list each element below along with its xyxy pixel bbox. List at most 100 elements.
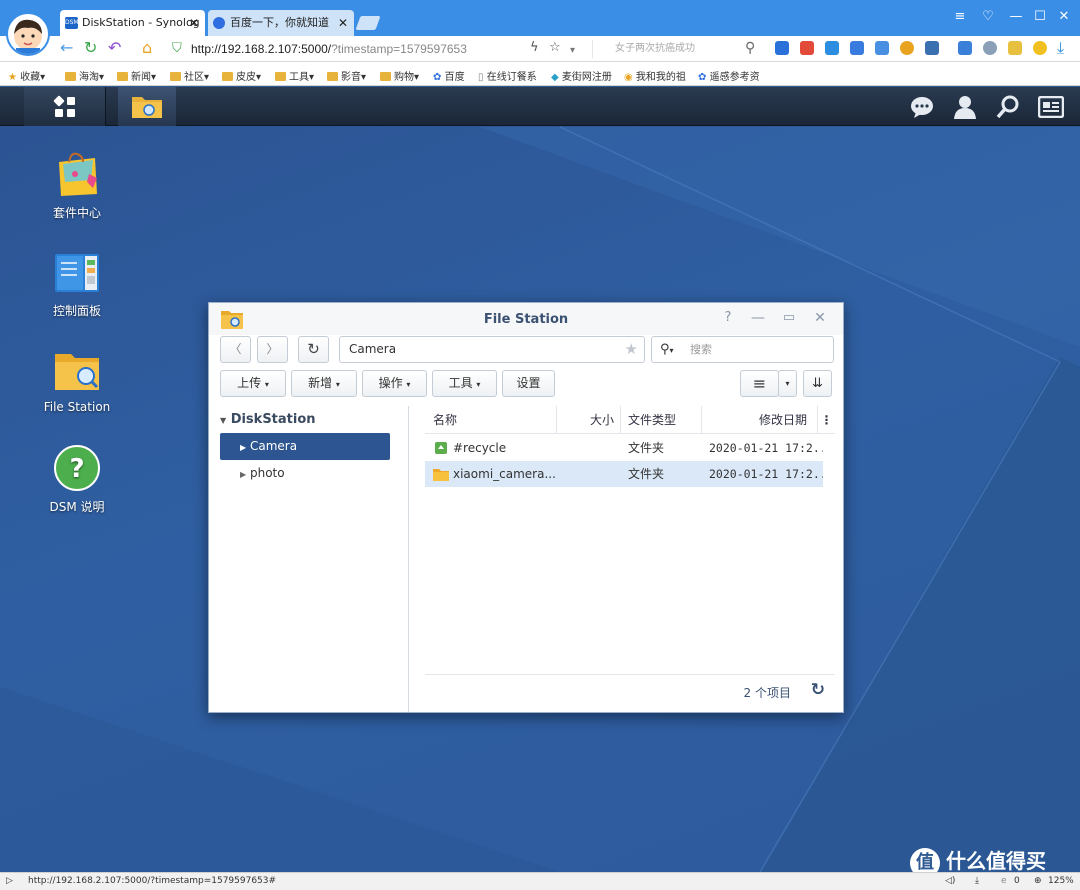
file-type: 文件夹	[628, 467, 665, 481]
ext-cloud-icon[interactable]	[983, 41, 997, 55]
path-field[interactable]: Camera ★	[339, 336, 645, 363]
sidebar-toggle-icon[interactable]: ▷	[6, 873, 13, 890]
ext-calc-icon[interactable]	[875, 41, 889, 55]
minimize-icon[interactable]: —	[1006, 9, 1026, 24]
desktop-icon-control-panel[interactable]: 控制面板	[27, 248, 127, 319]
desktop-icon-package-center[interactable]: 套件中心	[27, 150, 127, 221]
bookmark-label: 百度	[444, 72, 465, 83]
forward-button[interactable]: 〉	[257, 336, 288, 363]
user-icon[interactable]	[953, 95, 977, 119]
column-modified[interactable]: 修改日期	[702, 406, 818, 434]
maximize-icon[interactable]: ☐	[1030, 9, 1050, 24]
list-view-icon: ≡	[752, 374, 767, 393]
column-options-icon[interactable]: ⋮	[818, 406, 835, 434]
ext-translate-icon[interactable]	[775, 41, 789, 55]
window-titlebar[interactable]: File Station ? — ▭ ✕	[209, 303, 843, 335]
undo-icon[interactable]: ↶	[108, 39, 121, 57]
back-icon[interactable]: ←	[60, 39, 73, 57]
lightning-icon[interactable]: ϟ	[530, 39, 539, 57]
refresh-button[interactable]: ↻	[298, 336, 329, 363]
bookmark-folder[interactable]: 新闻▾	[117, 68, 156, 83]
close-icon[interactable]: ✕	[811, 310, 829, 326]
desktop-icon-dsm-help[interactable]: ? DSM 说明	[27, 444, 127, 515]
search-input[interactable]: ⚲▾ 搜索	[651, 336, 834, 363]
skin-icon[interactable]: ♡	[978, 9, 998, 24]
search-icon[interactable]	[996, 95, 1020, 119]
widgets-icon[interactable]	[1038, 96, 1064, 118]
column-name[interactable]: 名称	[425, 406, 557, 434]
close-tab-icon[interactable]: ✕	[338, 10, 348, 36]
zoom-icon[interactable]: ⊕	[1034, 873, 1042, 890]
tree-item-photo[interactable]: ▶ photo	[220, 460, 390, 487]
star-icon[interactable]: ☆	[549, 39, 561, 57]
chat-icon[interactable]	[910, 95, 934, 119]
refresh-icon[interactable]: ↻	[811, 680, 825, 700]
home-icon[interactable]: ⌂	[142, 39, 152, 57]
browser-search-input[interactable]: 女子两次抗癌成功	[592, 40, 767, 58]
column-size[interactable]: 大小	[557, 406, 621, 434]
chevron-down-icon: ▾	[785, 379, 790, 388]
bookmark-page[interactable]: ◉ 我和我的祖	[624, 68, 686, 83]
view-mode-dropdown[interactable]: ▾	[778, 370, 797, 397]
file-row-selected[interactable]: xiaomi_camera... 文件夹 2020-01-21 17:2...	[425, 461, 823, 487]
new-tab-button[interactable]	[355, 16, 381, 30]
zoom-level[interactable]: 125%	[1048, 873, 1074, 890]
url-field[interactable]: http://192.168.2.107:5000/?timestamp=157…	[191, 42, 467, 56]
ext-key-icon[interactable]	[900, 41, 914, 55]
action-button[interactable]: 操作 ▾	[362, 370, 427, 397]
search-icon[interactable]: ⚲	[745, 39, 755, 57]
column-type[interactable]: 文件类型	[621, 406, 702, 434]
ext-scissors-icon[interactable]	[925, 41, 939, 55]
help-icon[interactable]: ?	[719, 310, 737, 325]
maximize-icon[interactable]: ▭	[780, 310, 798, 325]
bookmark-page[interactable]: ✿ 遥感参考资	[698, 68, 760, 83]
bookmark-folder[interactable]: 购物▾	[380, 68, 419, 83]
tree-item-camera[interactable]: ▶ Camera	[220, 433, 390, 460]
tools-button[interactable]: 工具 ▾	[432, 370, 497, 397]
desktop-icon-label: 控制面板	[52, 304, 101, 318]
main-menu-button[interactable]	[24, 87, 106, 126]
bookmark-folder[interactable]: 社区▾	[170, 68, 209, 83]
ext-weibo-icon[interactable]	[800, 41, 814, 55]
chevron-down-icon[interactable]: ▾	[570, 42, 575, 60]
desktop-icon-file-station[interactable]: File Station	[27, 346, 127, 414]
folder-icon	[380, 72, 391, 81]
tree-root[interactable]: ▼ DiskStation	[220, 406, 390, 433]
close-tab-icon[interactable]: ✕	[189, 10, 199, 36]
refresh-icon[interactable]: ↻	[84, 39, 97, 57]
ext-mail-icon[interactable]	[825, 41, 839, 55]
minimize-icon[interactable]: —	[749, 310, 767, 326]
ie-icon[interactable]: e	[1001, 873, 1007, 890]
folder-icon	[222, 72, 233, 81]
bookmark-baidu[interactable]: ✿ 百度	[433, 68, 465, 83]
view-mode-button[interactable]: ≡	[740, 370, 779, 397]
menu-icon[interactable]: ≡	[950, 9, 970, 24]
bookmark-folder[interactable]: 皮皮▾	[222, 68, 261, 83]
settings-button[interactable]: 设置	[502, 370, 555, 397]
tab-diskstation[interactable]: DSM DiskStation - Synolog ✕	[60, 10, 205, 36]
upload-button[interactable]: 上传 ▾	[220, 370, 286, 397]
tab-baidu[interactable]: 百度一下，你就知道 ✕	[208, 10, 354, 36]
ext-puzzle-icon[interactable]	[958, 41, 972, 55]
speaker-icon[interactable]: ◁)	[945, 873, 955, 890]
back-button[interactable]: 〈	[220, 336, 251, 363]
create-button[interactable]: 新增 ▾	[291, 370, 357, 397]
bookmark-favorites[interactable]: ★ 收藏▾	[8, 68, 45, 83]
bookmark-folder[interactable]: 海淘▾	[65, 68, 104, 83]
sort-button[interactable]: ⇊	[803, 370, 832, 397]
bookmark-folder[interactable]: 影音▾	[327, 68, 366, 83]
download-status-icon[interactable]: ⤓	[975, 873, 979, 890]
bookmark-label: 社区	[184, 72, 204, 83]
download-icon[interactable]: ⤓	[1057, 39, 1064, 57]
ext-bus-icon[interactable]	[850, 41, 864, 55]
bookmark-folder[interactable]: 工具▾	[275, 68, 314, 83]
file-row[interactable]: #recycle 文件夹 2020-01-21 17:2...	[425, 435, 823, 461]
star-icon[interactable]: ★	[625, 337, 638, 362]
ext-smile-icon[interactable]	[1033, 41, 1047, 55]
bookmark-page[interactable]: ▯ 在线订餐系	[478, 68, 537, 83]
close-window-icon[interactable]: ✕	[1054, 9, 1074, 24]
taskbar-filestation-button[interactable]	[118, 87, 176, 126]
user-avatar-icon[interactable]	[6, 12, 50, 56]
bookmark-page[interactable]: ◆ 麦街网注册	[551, 68, 612, 83]
ext-note-icon[interactable]	[1008, 41, 1022, 55]
